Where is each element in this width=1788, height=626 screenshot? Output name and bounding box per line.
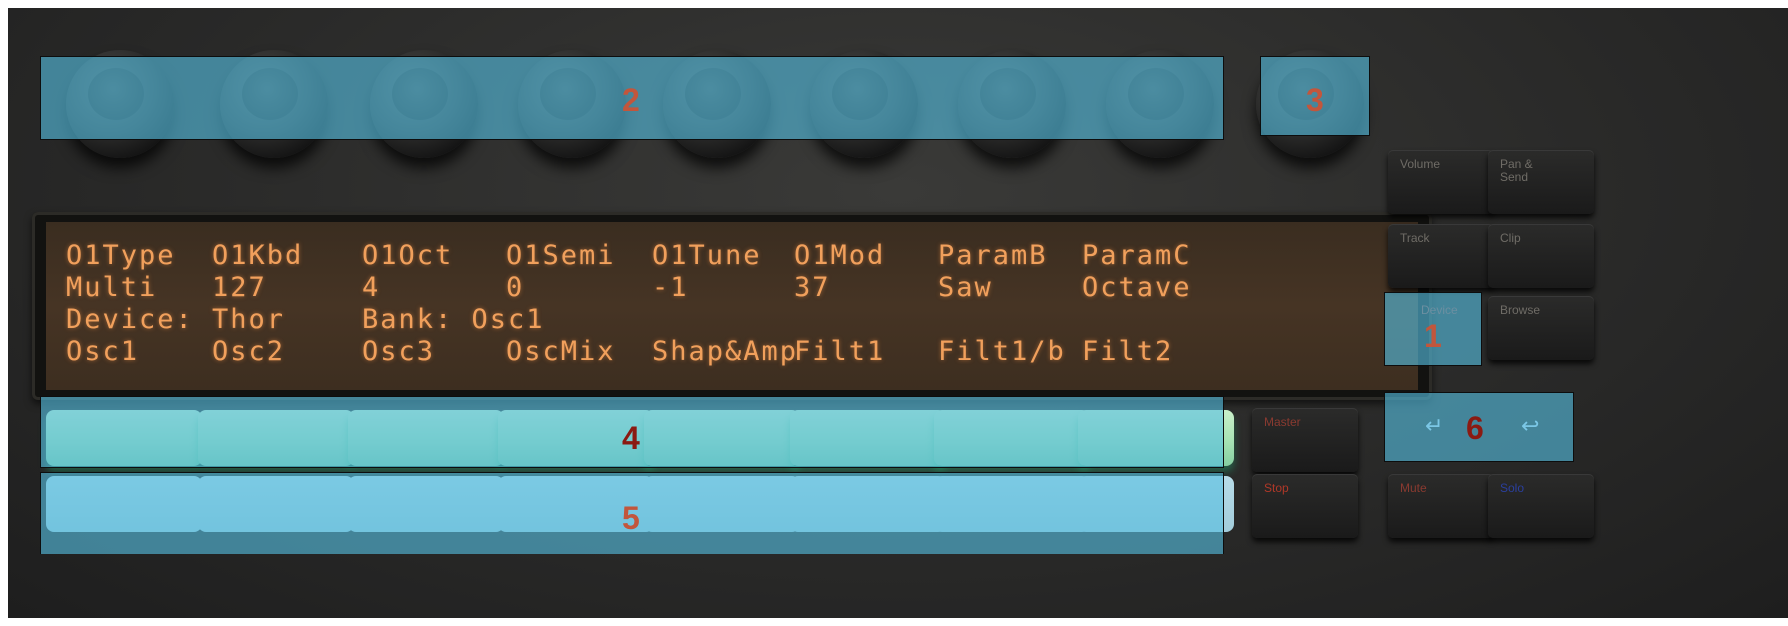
annotation-label-5: 5 <box>622 500 640 536</box>
pan-send-button[interactable]: Pan & Send <box>1488 150 1594 214</box>
bank-name: Bank: Osc1 <box>362 304 545 335</box>
param-value-7: Saw <box>938 272 993 303</box>
param-name-7: ParamB <box>938 240 1048 271</box>
device-button-label: Device <box>1421 303 1458 317</box>
param-name-6: O1Mod <box>794 240 886 271</box>
bank-label-8: Filt2 <box>1082 336 1174 367</box>
param-name-8: ParamC <box>1082 240 1192 271</box>
bank-label-4: OscMix <box>506 336 616 367</box>
annotation-label-6: 6 <box>1466 410 1484 446</box>
bank-label-7: Filt1/b <box>938 336 1066 367</box>
param-value-3: 4 <box>362 272 381 303</box>
param-value-1: Multi <box>66 272 158 303</box>
track-button[interactable]: Track <box>1388 224 1494 288</box>
annotation-label-2: 2 <box>622 82 640 118</box>
lcd-display: O1Type O1Kbd O1Oct O1Semi O1Tune O1Mod P… <box>32 212 1432 400</box>
master-button[interactable]: Master <box>1252 408 1358 472</box>
volume-button[interactable]: Volume <box>1388 150 1494 214</box>
param-name-4: O1Semi <box>506 240 616 271</box>
param-value-8: Octave <box>1082 272 1192 303</box>
bank-label-2: Osc2 <box>212 336 286 367</box>
bank-label-5: Shap&Amp <box>652 336 799 367</box>
mute-button[interactable]: Mute <box>1388 474 1494 538</box>
lcd-screen: O1Type O1Kbd O1Oct O1Semi O1Tune O1Mod P… <box>46 222 1418 390</box>
param-value-4: 0 <box>506 272 525 303</box>
param-value-6: 37 <box>794 272 831 303</box>
controller-panel: O1Type O1Kbd O1Oct O1Semi O1Tune O1Mod P… <box>8 8 1788 618</box>
device-name: Device: Thor <box>66 304 286 335</box>
stop-button[interactable]: Stop <box>1252 474 1358 538</box>
bank-label-3: Osc3 <box>362 336 436 367</box>
param-value-2: 127 <box>212 272 267 303</box>
browse-button[interactable]: Browse <box>1488 296 1594 360</box>
annotation-label-1: 1 <box>1424 318 1442 354</box>
param-name-1: O1Type <box>66 240 176 271</box>
right-arrow-icon[interactable]: ↩ <box>1521 413 1539 439</box>
clip-button[interactable]: Clip <box>1488 224 1594 288</box>
left-arrow-icon[interactable]: ↵ <box>1425 413 1443 439</box>
bank-label-6: Filt1 <box>794 336 886 367</box>
param-name-2: O1Kbd <box>212 240 304 271</box>
bank-label-1: Osc1 <box>66 336 140 367</box>
annotation-label-4: 4 <box>622 420 640 456</box>
param-name-5: O1Tune <box>652 240 762 271</box>
solo-button[interactable]: Solo <box>1488 474 1594 538</box>
param-value-5: -1 <box>652 272 689 303</box>
param-name-3: O1Oct <box>362 240 454 271</box>
annotation-label-3: 3 <box>1306 82 1324 118</box>
